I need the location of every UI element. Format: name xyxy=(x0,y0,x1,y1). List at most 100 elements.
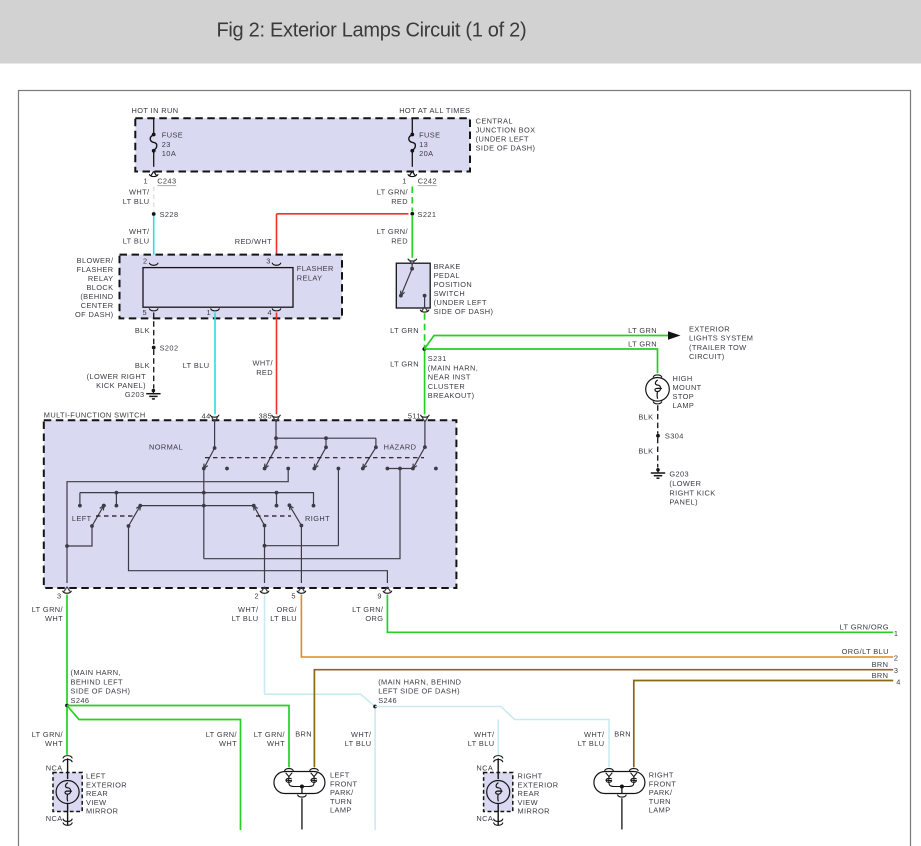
svg-text:BLK: BLK xyxy=(638,447,653,456)
svg-text:G203: G203 xyxy=(125,390,145,399)
svg-text:C243: C243 xyxy=(157,177,176,186)
svg-text:HAZARD: HAZARD xyxy=(384,443,417,452)
svg-text:REAR: REAR xyxy=(86,789,108,798)
svg-text:LT GRN/: LT GRN/ xyxy=(32,730,64,739)
svg-text:LT BLU: LT BLU xyxy=(123,197,150,206)
svg-text:2: 2 xyxy=(143,256,148,265)
svg-text:RELAY: RELAY xyxy=(88,274,114,283)
svg-text:RIGHT: RIGHT xyxy=(518,772,543,781)
svg-text:SIDE OF DASH): SIDE OF DASH) xyxy=(476,144,536,153)
svg-text:5: 5 xyxy=(291,592,296,601)
svg-text:BRN: BRN xyxy=(614,730,631,739)
svg-text:PARK/: PARK/ xyxy=(330,788,354,797)
svg-text:CIRCUIT): CIRCUIT) xyxy=(689,352,725,361)
svg-text:ORG/LT BLU: ORG/LT BLU xyxy=(842,647,889,656)
svg-text:3: 3 xyxy=(57,592,62,601)
svg-text:EXTERIOR: EXTERIOR xyxy=(86,780,127,789)
svg-text:KICK PANEL): KICK PANEL) xyxy=(96,381,146,390)
svg-text:C242: C242 xyxy=(418,177,437,186)
svg-text:TURN: TURN xyxy=(330,797,352,806)
svg-text:BRN: BRN xyxy=(295,730,312,739)
svg-text:1: 1 xyxy=(402,177,407,186)
svg-text:WHT: WHT xyxy=(45,739,63,748)
svg-text:LT GRN/: LT GRN/ xyxy=(352,605,384,614)
svg-text:3: 3 xyxy=(266,256,271,265)
svg-text:LT BLU: LT BLU xyxy=(232,614,259,623)
svg-text:RIGHT KICK: RIGHT KICK xyxy=(669,488,715,497)
svg-text:(TRAILER TOW: (TRAILER TOW xyxy=(689,343,747,352)
svg-text:WHT/: WHT/ xyxy=(238,605,259,614)
svg-text:Fig 2: Exterior Lamps Circuit: Fig 2: Exterior Lamps Circuit (1 of 2) xyxy=(217,20,527,42)
svg-text:S228: S228 xyxy=(160,210,179,219)
svg-text:TURN: TURN xyxy=(649,797,671,806)
svg-text:PEDAL: PEDAL xyxy=(434,271,460,280)
svg-text:LEFT: LEFT xyxy=(72,514,92,523)
svg-text:LT GRN: LT GRN xyxy=(628,326,657,335)
svg-text:G203: G203 xyxy=(669,470,689,479)
svg-text:WHT: WHT xyxy=(267,739,285,748)
svg-text:RIGHT: RIGHT xyxy=(649,771,674,780)
svg-text:(MAIN HARN,: (MAIN HARN, xyxy=(428,363,478,372)
svg-text:LT BLU: LT BLU xyxy=(270,614,297,623)
svg-text:1: 1 xyxy=(206,308,211,317)
svg-text:WHT: WHT xyxy=(219,739,237,748)
svg-text:FUSE: FUSE xyxy=(419,131,440,140)
svg-text:BRN: BRN xyxy=(872,671,889,680)
svg-text:MOUNT: MOUNT xyxy=(673,383,702,392)
svg-text:WHT/: WHT/ xyxy=(253,359,274,368)
svg-text:5: 5 xyxy=(142,308,147,317)
svg-text:ORG/: ORG/ xyxy=(277,605,298,614)
svg-text:3: 3 xyxy=(894,666,899,675)
svg-text:LT GRN: LT GRN xyxy=(390,359,419,368)
svg-text:ORG: ORG xyxy=(365,614,383,623)
svg-text:FLASHER: FLASHER xyxy=(77,265,114,274)
svg-text:NEAR INST: NEAR INST xyxy=(428,373,471,382)
svg-text:WHT/: WHT/ xyxy=(474,730,495,739)
svg-text:S202: S202 xyxy=(160,344,179,353)
svg-text:LT BLU: LT BLU xyxy=(345,739,372,748)
svg-text:WHT/: WHT/ xyxy=(129,188,150,197)
svg-text:(LOWER: (LOWER xyxy=(669,479,701,488)
svg-text:(MAIN HARN,: (MAIN HARN, xyxy=(71,668,121,677)
svg-text:LAMP: LAMP xyxy=(330,806,352,815)
svg-text:S304: S304 xyxy=(665,432,684,441)
svg-text:NCA: NCA xyxy=(46,814,63,823)
svg-text:RED: RED xyxy=(256,368,273,377)
svg-text:EXTERIOR: EXTERIOR xyxy=(689,325,730,334)
svg-text:CENTER: CENTER xyxy=(81,301,114,310)
svg-text:JUNCTION BOX: JUNCTION BOX xyxy=(476,126,536,135)
svg-text:LT GRN/: LT GRN/ xyxy=(377,188,409,197)
svg-text:LT BLU: LT BLU xyxy=(578,739,605,748)
svg-text:511: 511 xyxy=(408,412,421,421)
svg-text:LT GRN/: LT GRN/ xyxy=(32,605,64,614)
svg-text:LT GRN/: LT GRN/ xyxy=(254,730,286,739)
svg-text:S246: S246 xyxy=(71,696,90,705)
svg-text:(BEHIND: (BEHIND xyxy=(80,292,113,301)
svg-text:NCA: NCA xyxy=(46,763,63,772)
svg-text:LT BLU: LT BLU xyxy=(183,361,210,370)
svg-text:BREAKOUT): BREAKOUT) xyxy=(428,391,475,400)
svg-text:LEFT: LEFT xyxy=(330,771,350,780)
svg-text:EXTERIOR: EXTERIOR xyxy=(518,780,559,789)
svg-text:BLOWER/: BLOWER/ xyxy=(77,256,114,265)
svg-text:MIRROR: MIRROR xyxy=(518,807,550,816)
svg-text:LEFT: LEFT xyxy=(86,772,106,781)
svg-text:BLOCK: BLOCK xyxy=(86,283,113,292)
svg-text:4: 4 xyxy=(267,308,272,317)
svg-text:1: 1 xyxy=(143,177,148,186)
svg-text:2: 2 xyxy=(254,592,259,601)
svg-text:PARK/: PARK/ xyxy=(649,788,673,797)
svg-text:BLK: BLK xyxy=(135,361,150,370)
svg-text:BEHIND LEFT: BEHIND LEFT xyxy=(71,677,124,686)
svg-text:BRN: BRN xyxy=(872,660,889,669)
svg-text:HOT AT ALL TIMES: HOT AT ALL TIMES xyxy=(399,106,470,115)
svg-text:RIGHT: RIGHT xyxy=(305,514,330,523)
svg-text:WHT/: WHT/ xyxy=(584,730,605,739)
svg-text:(UNDER LEFT: (UNDER LEFT xyxy=(476,135,529,144)
svg-text:RELAY: RELAY xyxy=(297,273,323,282)
svg-text:2: 2 xyxy=(894,654,899,663)
svg-text:LT GRN/: LT GRN/ xyxy=(377,227,409,236)
svg-text:(UNDER LEFT: (UNDER LEFT xyxy=(434,298,487,307)
svg-text:13: 13 xyxy=(419,140,428,149)
svg-text:LT GRN/: LT GRN/ xyxy=(206,730,238,739)
